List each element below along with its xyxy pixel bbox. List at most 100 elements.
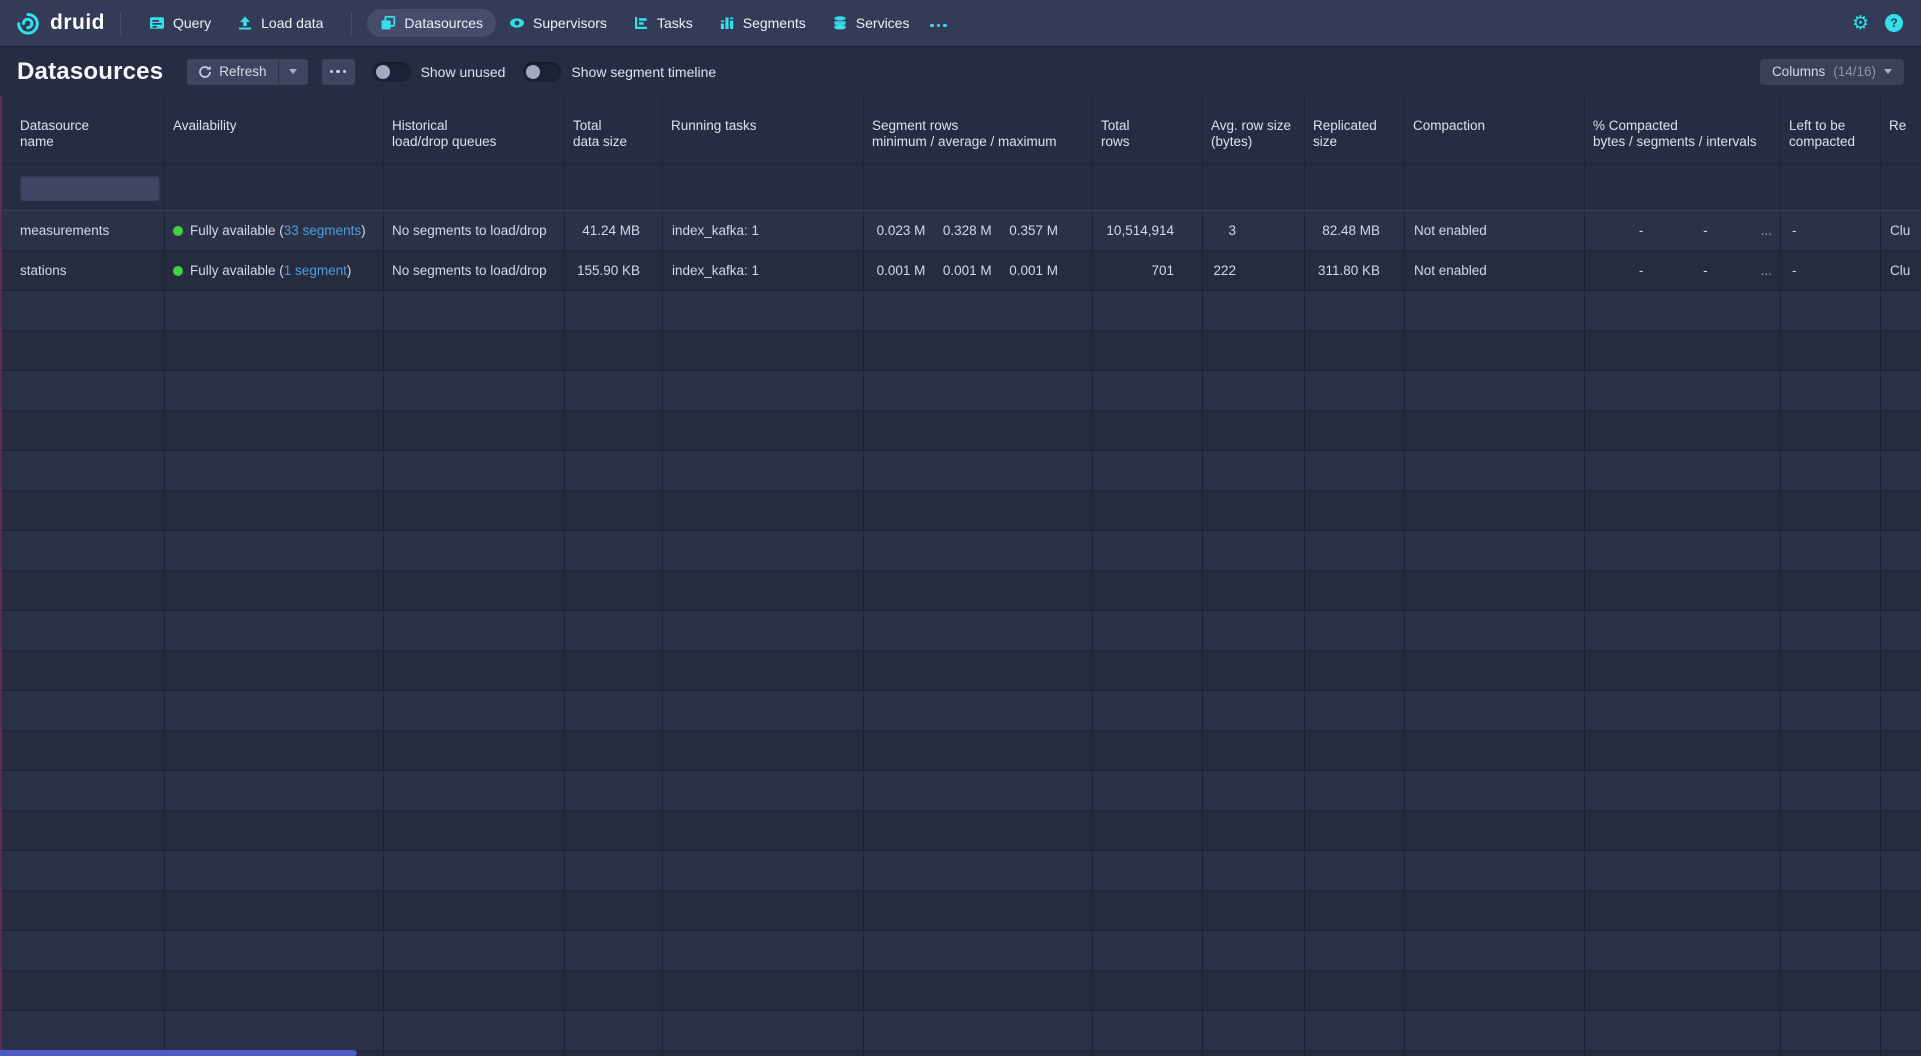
table-row [0,491,1921,531]
column-header-left-to-be-compacted[interactable]: Left to becompacted [1781,96,1881,164]
column-header-compaction[interactable]: Compaction [1405,96,1585,164]
table-row [0,411,1921,451]
nav-item-supervisors[interactable]: Supervisors [496,9,620,37]
cell-running-tasks: index_kafka: 1 [663,251,864,290]
refresh-dropdown-button[interactable] [278,59,308,85]
table-row-measurements[interactable]: measurements Fully available (33 segment… [0,211,1921,251]
cell-load-drop-queues: No segments to load/drop [384,211,565,250]
page-title: Datasources [17,58,163,86]
column-header-retention[interactable]: Re [1881,96,1921,164]
nav-item-load-data[interactable]: Load data [224,9,336,37]
nav-item-segments[interactable]: Segments [706,9,819,37]
cell-total-data-size: 155.90 KB [565,251,663,290]
horizontal-scrollbar-thumb[interactable] [0,1050,357,1056]
column-header-replicated-size[interactable]: Replicatedsize [1305,96,1405,164]
services-icon [832,15,848,31]
nav-label: Services [856,15,910,31]
cell-retention: Clu [1881,251,1921,290]
table-row [0,531,1921,571]
top-nav: druid Query Load data Datasources Superv… [0,0,1921,47]
table-row-stations[interactable]: stations Fully available (1 segment) No … [0,251,1921,291]
datasources-icon [380,15,396,31]
show-segment-timeline-switch[interactable] [523,62,561,82]
column-header-total-rows[interactable]: Totalrows [1093,96,1203,164]
columns-button[interactable]: Columns (14/16) [1760,59,1904,85]
table-row [0,811,1921,851]
switch-knob [526,65,540,79]
help-icon[interactable]: ? [1885,14,1903,32]
table-header-row: Datasourcename Availability Historicallo… [0,96,1921,165]
cell-percent-compacted: --... [1585,251,1781,290]
table-row [0,371,1921,411]
cell-load-drop-queues: No segments to load/drop [384,251,565,290]
tasks-icon [633,15,649,31]
datasources-toolbar: Datasources Refresh Show unused Show seg… [0,47,1921,96]
refresh-icon [198,65,212,79]
column-header-segment-rows[interactable]: Segment rowsminimum / average / maximum [864,96,1093,164]
nav-label: Datasources [404,15,483,31]
column-header-percent-compacted[interactable]: % Compactedbytes / segments / intervals [1585,96,1781,164]
datasources-table: Datasourcename Availability Historicallo… [0,96,1921,1056]
columns-label: Columns [1772,64,1825,79]
cell-datasource-name[interactable]: stations [0,251,165,290]
table-row [0,891,1921,931]
cell-left-to-be-compacted: - [1781,211,1881,250]
switch-knob [376,65,390,79]
chevron-down-icon [289,69,297,74]
column-header-avg-row-size[interactable]: Avg. row size(bytes) [1203,96,1305,164]
chevron-down-icon [1884,69,1892,74]
show-unused-switch[interactable] [373,62,411,82]
cell-replicated-size: 311.80 KB [1305,251,1405,290]
cell-avg-row-size: 3 [1203,211,1305,250]
show-segment-timeline-toggle-group[interactable]: Show segment timeline [523,62,716,82]
nav-label: Supervisors [533,15,607,31]
cell-replicated-size: 82.48 MB [1305,211,1405,250]
segments-link[interactable]: 1 segment [284,263,347,278]
ellipsis-icon [330,70,347,74]
table-body: measurements Fully available (33 segment… [0,211,1921,1056]
table-row [0,971,1921,1011]
column-header-total-data-size[interactable]: Totaldata size [565,96,663,164]
table-row [0,611,1921,651]
refresh-button[interactable]: Refresh [187,59,277,85]
nav-divider [120,12,121,34]
nav-label: Query [173,15,211,31]
column-header-availability[interactable]: Availability [165,96,384,164]
cell-left-to-be-compacted: - [1781,251,1881,290]
more-actions-button[interactable] [322,59,355,85]
column-header-historical-queues[interactable]: Historicalload/drop queues [384,96,565,164]
cell-segment-rows: 0.023 M0.328 M0.357 M [864,211,1093,250]
cell-datasource-name[interactable]: measurements [0,211,165,250]
cell-segment-rows: 0.001 M0.001 M0.001 M [864,251,1093,290]
cell-running-tasks: index_kafka: 1 [663,211,864,250]
column-header-running-tasks[interactable]: Running tasks [663,96,864,164]
table-row [0,1011,1921,1051]
cell-total-rows: 701 [1093,251,1203,290]
gear-icon[interactable]: ⚙ [1852,14,1869,33]
nav-item-query[interactable]: Query [136,9,224,37]
datasource-filter-input[interactable] [20,175,160,201]
nav-divider [351,12,352,34]
cell-compaction: Not enabled [1405,251,1585,290]
show-segment-timeline-label: Show segment timeline [571,64,716,80]
cell-total-data-size: 41.24 MB [565,211,663,250]
columns-count: (14/16) [1833,64,1876,79]
logo-text: druid [50,11,105,35]
table-row [0,851,1921,891]
nav-item-services[interactable]: Services [819,9,923,37]
nav-item-tasks[interactable]: Tasks [620,9,706,37]
nav-item-datasources[interactable]: Datasources [367,9,496,37]
table-row [0,771,1921,811]
segments-link[interactable]: 33 segments [284,223,361,238]
table-row [0,571,1921,611]
nav-more-button[interactable] [922,8,955,38]
druid-logo-icon [14,10,41,37]
supervisors-icon [509,15,525,31]
refresh-label: Refresh [219,64,266,79]
column-header-datasource-name[interactable]: Datasourcename [0,96,165,164]
show-unused-label: Show unused [421,64,506,80]
druid-logo[interactable]: druid [14,10,105,37]
cell-availability: Fully available (33 segments) [165,211,384,250]
query-icon [149,15,165,31]
show-unused-toggle-group[interactable]: Show unused [373,62,506,82]
